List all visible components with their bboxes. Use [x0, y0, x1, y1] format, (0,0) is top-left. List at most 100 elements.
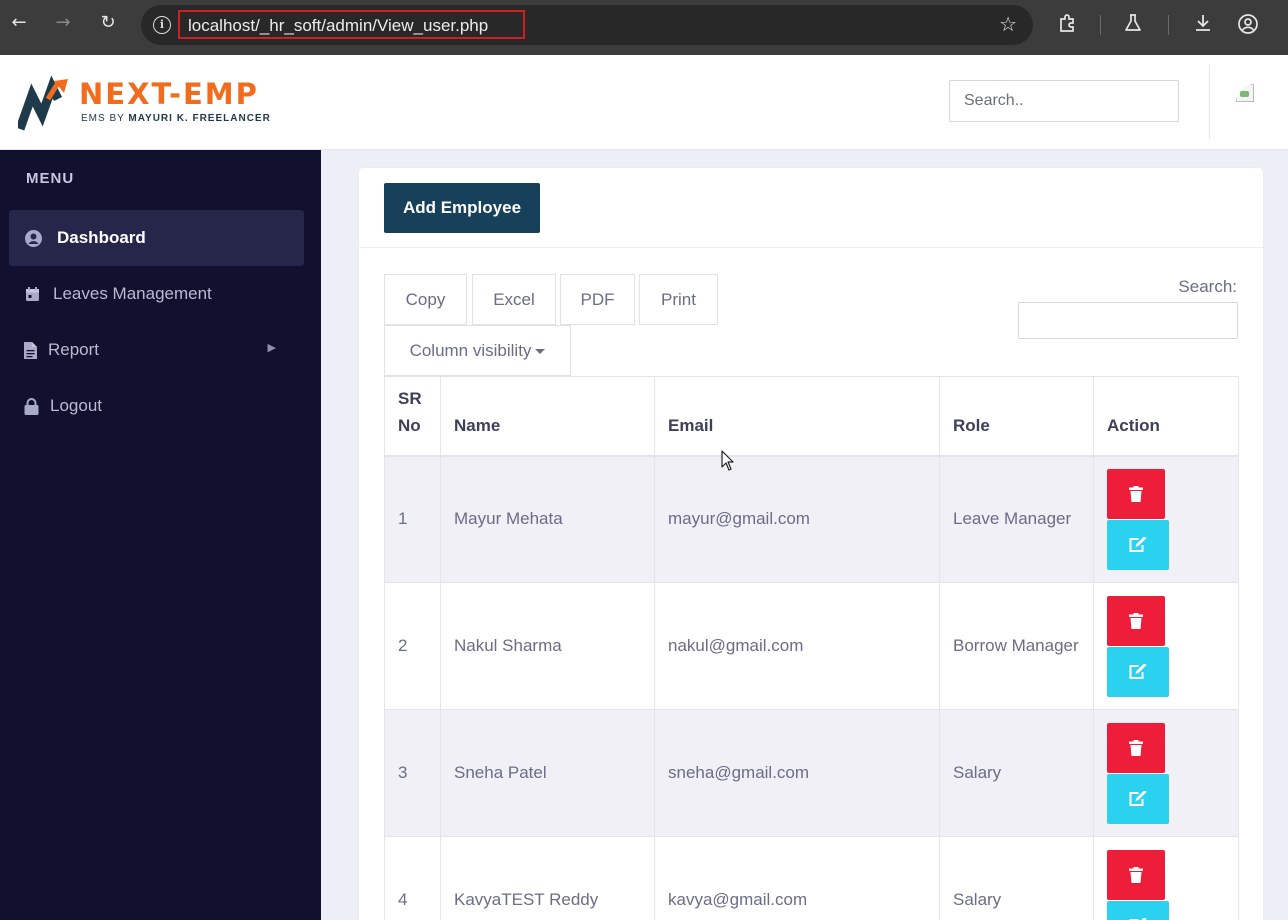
cell-name: Sneha Patel — [440, 709, 655, 837]
profile-icon[interactable] — [1237, 13, 1259, 35]
copy-button[interactable]: Copy — [384, 274, 467, 325]
sidebar-item-logout[interactable]: Logout — [9, 378, 304, 434]
edit-button[interactable] — [1107, 646, 1169, 697]
cell-action — [1093, 455, 1239, 583]
browser-toolbar: ← → ↻ i localhost/_hr_soft/admin/View_us… — [0, 0, 1288, 55]
broken-image-icon — [1236, 84, 1254, 102]
cell-sr-no: 4 — [384, 836, 441, 920]
sidebar-item-dashboard[interactable]: Dashboard — [9, 210, 304, 266]
sidebar-item-label: Logout — [50, 396, 102, 415]
action-group — [1107, 849, 1225, 920]
print-button[interactable]: Print — [639, 274, 718, 325]
header-search-input[interactable] — [949, 80, 1179, 122]
site-info-icon[interactable]: i — [153, 16, 171, 34]
download-icon[interactable] — [1192, 13, 1214, 35]
lock-icon — [24, 398, 39, 415]
cell-action — [1093, 836, 1239, 920]
column-visibility-button[interactable]: Column visibility — [384, 325, 571, 376]
trash-icon — [1129, 612, 1143, 629]
pdf-button[interactable]: PDF — [560, 274, 635, 325]
url-text[interactable]: localhost/_hr_soft/admin/View_user.php — [188, 16, 488, 36]
cell-role: Leave Manager — [939, 455, 1094, 583]
column-header-role[interactable]: Role — [939, 376, 1094, 457]
employee-card: Add Employee Copy Excel PDF Print Column… — [359, 168, 1263, 920]
chevron-right-icon: ▶ — [267, 341, 276, 354]
column-header-email[interactable]: Email — [654, 376, 940, 457]
cell-action — [1093, 709, 1239, 837]
cell-name: Mayur Mehata — [440, 455, 655, 583]
table-row: 4 KavyaTEST Reddy kavya@gmail.com Salary — [384, 836, 1239, 920]
calendar-icon — [26, 287, 39, 301]
action-group — [1107, 468, 1225, 570]
labs-flask-icon[interactable] — [1122, 13, 1144, 35]
brand-name: NEXT-EMP — [79, 77, 259, 111]
column-header-sr-no[interactable]: SR No — [384, 376, 441, 457]
brand-tagline-owner: MAYURI K. FREELANCER — [128, 113, 271, 124]
cell-action — [1093, 582, 1239, 710]
table-search-label: Search: — [1178, 277, 1237, 296]
cell-role: Borrow Manager — [939, 582, 1094, 710]
cell-sr-no: 3 — [384, 709, 441, 837]
extensions-icon[interactable] — [1056, 13, 1078, 35]
url-highlight: localhost/_hr_soft/admin/View_user.php — [178, 10, 525, 39]
cell-role: Salary — [939, 709, 1094, 837]
back-arrow-icon[interactable]: ← — [8, 12, 30, 34]
file-icon — [24, 342, 37, 359]
action-group — [1107, 595, 1225, 697]
add-employee-button[interactable]: Add Employee — [384, 183, 540, 233]
cell-email: mayur@gmail.com — [654, 455, 940, 583]
action-group — [1107, 722, 1225, 824]
toolbar-separator — [1100, 15, 1101, 35]
sidebar-item-label: Leaves Management — [53, 284, 212, 303]
trash-icon — [1129, 485, 1143, 502]
card-header: Add Employee — [359, 168, 1263, 248]
menu-title: MENU — [26, 170, 75, 187]
table-header-row: SR No Name Email Role Action — [384, 376, 1239, 457]
table-row: 1 Mayur Mehata mayur@gmail.com Leave Man… — [384, 455, 1239, 583]
edit-icon — [1129, 536, 1147, 552]
toolbar-separator — [1168, 15, 1169, 35]
cell-name: KavyaTEST Reddy — [440, 836, 655, 920]
address-bar[interactable]: i localhost/_hr_soft/admin/View_user.php… — [141, 5, 1033, 45]
sidebar-item-label: Report — [48, 340, 100, 359]
table-row: 3 Sneha Patel sneha@gmail.com Salary — [384, 709, 1239, 837]
app-header: NEXT-EMP EMS BY MAYURI K. FREELANCER — [0, 55, 1288, 150]
column-visibility-label: Column visibility — [409, 341, 532, 360]
table-row: 2 Nakul Sharma nakul@gmail.com Borrow Ma… — [384, 582, 1239, 710]
caret-down-icon — [535, 349, 546, 355]
cell-email: nakul@gmail.com — [654, 582, 940, 710]
edit-icon — [1129, 663, 1147, 679]
column-header-action: Action — [1093, 376, 1239, 457]
brand-logo[interactable]: NEXT-EMP EMS BY MAYURI K. FREELANCER — [18, 75, 288, 131]
logo-mark-icon — [18, 75, 68, 131]
edit-icon — [1129, 790, 1147, 806]
delete-button[interactable] — [1107, 849, 1165, 900]
forward-arrow-icon[interactable]: → — [52, 12, 74, 34]
cell-name: Nakul Sharma — [440, 582, 655, 710]
excel-button[interactable]: Excel — [472, 274, 556, 325]
delete-button[interactable] — [1107, 722, 1165, 773]
cell-email: kavya@gmail.com — [654, 836, 940, 920]
sidebar: MENU Dashboard Leaves Management Report … — [0, 150, 321, 920]
edit-button[interactable] — [1107, 519, 1169, 570]
avatar[interactable] — [1236, 84, 1274, 122]
cell-sr-no: 2 — [384, 582, 441, 710]
mouse-cursor-icon — [721, 450, 734, 471]
edit-button[interactable] — [1107, 900, 1169, 920]
employee-table: SR No Name Email Role Action 1 Mayur Meh… — [384, 376, 1239, 920]
table-search-input[interactable] — [1018, 302, 1238, 339]
delete-button[interactable] — [1107, 595, 1165, 646]
sidebar-item-report[interactable]: Report ▶ — [9, 322, 304, 378]
trash-icon — [1129, 866, 1143, 883]
edit-button[interactable] — [1107, 773, 1169, 824]
sidebar-item-leaves-management[interactable]: Leaves Management — [9, 266, 304, 322]
cell-sr-no: 1 — [384, 455, 441, 583]
bookmark-star-icon[interactable]: ☆ — [999, 13, 1017, 35]
delete-button[interactable] — [1107, 468, 1165, 519]
column-header-name[interactable]: Name — [440, 376, 655, 457]
sidebar-item-label: Dashboard — [57, 228, 146, 247]
cell-email: sneha@gmail.com — [654, 709, 940, 837]
reload-icon[interactable]: ↻ — [97, 12, 119, 34]
trash-icon — [1129, 739, 1143, 756]
header-divider — [1209, 65, 1210, 139]
